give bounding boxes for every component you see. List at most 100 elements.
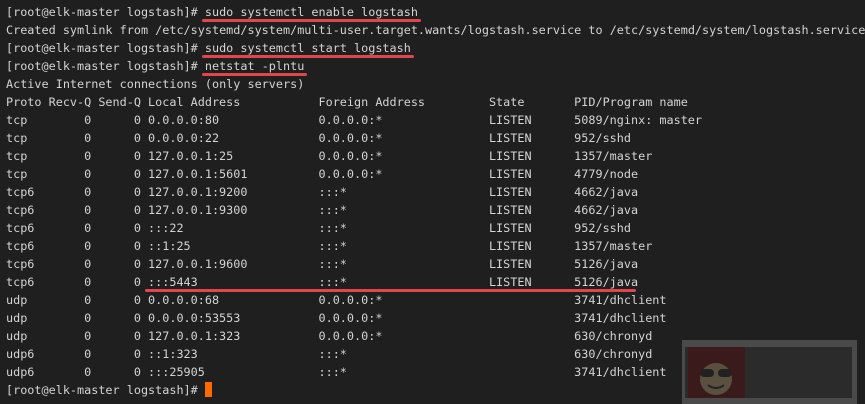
proto-cell: tcp bbox=[6, 113, 28, 127]
proto-cell: tcp6 bbox=[6, 203, 35, 217]
pid-program-cell: 1357/master bbox=[574, 239, 653, 253]
foreign-address-cell: 0.0.0.0:* bbox=[318, 329, 383, 343]
local-address-cell: 127.0.0.1:9600 bbox=[148, 257, 248, 271]
recv-q-cell: 0 bbox=[84, 221, 92, 235]
local-address-cell: :::22 bbox=[148, 221, 184, 235]
cursor bbox=[204, 382, 212, 397]
local-address-cell: Local Address bbox=[148, 95, 241, 109]
state-cell: LISTEN bbox=[488, 203, 532, 217]
state-cell: State bbox=[488, 95, 525, 109]
foreign-address-cell: :::* bbox=[318, 221, 347, 235]
recv-q-cell: 0 bbox=[84, 239, 92, 253]
recv-q-cell: Recv-Q bbox=[48, 95, 92, 109]
send-q-cell: 0 bbox=[133, 365, 141, 379]
local-address-cell: 0.0.0.0:68 bbox=[148, 293, 220, 307]
local-address-cell: 0.0.0.0:53553 bbox=[148, 311, 241, 325]
local-address-cell: 0.0.0.0:80 bbox=[148, 113, 220, 127]
table-row: tcp 0 0 127.0.0.1:5601 0.0.0.0:* LISTEN 4779/n… bbox=[6, 165, 865, 183]
pid-program-cell: 3741/dhclient bbox=[574, 365, 667, 379]
prompt: [root@elk-master logstash]# bbox=[6, 59, 205, 73]
proto-cell: udp bbox=[6, 293, 28, 307]
state-cell: LISTEN bbox=[488, 131, 532, 145]
send-q-cell: 0 bbox=[133, 203, 141, 217]
pid-program-cell: 630/chronyd bbox=[574, 329, 653, 343]
table-row: udp 0 0 0.0.0.0:53553 0.0.0.0:* 3741/dhclient bbox=[6, 309, 865, 327]
foreign-address-cell: 0.0.0.0:* bbox=[318, 293, 383, 307]
foreign-address-cell: 0.0.0.0:* bbox=[318, 311, 383, 325]
proto-cell: Proto bbox=[6, 95, 42, 109]
foreign-address-cell: :::* bbox=[318, 185, 347, 199]
local-address-cell: 127.0.0.1:25 bbox=[148, 149, 234, 163]
state-cell: LISTEN bbox=[488, 221, 532, 235]
table-row: tcp6 0 0:::22:::* LISTEN 952/sshd bbox=[6, 219, 865, 237]
state-cell: LISTEN bbox=[488, 113, 532, 127]
prompt-line: [root@elk-master logstash]# sudo systemc… bbox=[6, 3, 865, 22]
table-row: tcp6 0 0 127.0.0.1:9600:::* LISTEN 5126/java bbox=[6, 255, 865, 273]
local-address-cell: 127.0.0.1:9300 bbox=[148, 203, 248, 217]
foreign-address-cell: 0.0.0.0:* bbox=[318, 167, 383, 181]
pid-program-cell: 5089/nginx: master bbox=[574, 113, 703, 127]
watermark bbox=[682, 340, 857, 404]
recv-q-cell: 0 bbox=[84, 311, 92, 325]
pid-program-cell: 4662/java bbox=[574, 185, 639, 199]
table-row: tcp 0 0 127.0.0.1:25 0.0.0.0:* LISTEN 1357/mas… bbox=[6, 147, 865, 165]
prompt: [root@elk-master logstash]# bbox=[6, 5, 205, 19]
foreign-address-cell: :::* bbox=[318, 365, 347, 379]
table-header: Proto Recv-Q Send-Q Local Address Foreign Ad… bbox=[6, 93, 865, 111]
send-q-cell: 0 bbox=[133, 185, 141, 199]
state-cell: LISTEN bbox=[488, 167, 532, 181]
send-q-cell: 0 bbox=[133, 347, 141, 361]
recv-q-cell: 0 bbox=[84, 347, 92, 361]
proto-cell: tcp bbox=[6, 167, 28, 181]
pid-program-cell: PID/Program name bbox=[574, 95, 688, 109]
send-q-cell: 0 bbox=[133, 293, 141, 307]
recv-q-cell: 0 bbox=[84, 203, 92, 217]
netstat-title: Active Internet connections (only server… bbox=[6, 77, 305, 91]
local-address-cell: :::25905 bbox=[148, 365, 205, 379]
table-row: tcp 0 0 0.0.0.0:22 0.0.0.0:* LISTEN 952/sshd bbox=[6, 129, 865, 147]
send-q-cell: 0 bbox=[133, 131, 141, 145]
send-q-cell: 0 bbox=[133, 167, 141, 181]
recv-q-cell: 0 bbox=[84, 167, 92, 181]
pid-program-cell: 4662/java bbox=[574, 203, 639, 217]
proto-cell: tcp bbox=[6, 149, 28, 163]
proto-cell: tcp6 bbox=[6, 185, 35, 199]
send-q-cell: 0 bbox=[133, 149, 141, 163]
pid-program-cell: 4779/node bbox=[574, 167, 639, 181]
symlink-output: Created symlink from /etc/systemd/system… bbox=[6, 23, 865, 37]
send-q-cell: 0 bbox=[133, 221, 141, 235]
recv-q-cell: 0 bbox=[84, 329, 92, 343]
send-q-cell: 0 bbox=[133, 329, 141, 343]
state-cell: LISTEN bbox=[488, 149, 532, 163]
foreign-address-cell: :::* bbox=[318, 347, 347, 361]
send-q-cell: 0 bbox=[133, 113, 141, 127]
local-address-cell: 127.0.0.1:9200 bbox=[148, 185, 248, 199]
table-row: tcp6 0 0 127.0.0.1:9300:::* LISTEN 4662/java bbox=[6, 201, 865, 219]
proto-cell: tcp6 bbox=[6, 221, 35, 235]
pid-program-cell: 1357/master bbox=[574, 149, 653, 163]
recv-q-cell: 0 bbox=[84, 185, 92, 199]
prompt: [root@elk-master logstash]# bbox=[6, 41, 205, 55]
state-cell: LISTEN bbox=[488, 257, 532, 271]
table-row: tcp 0 0 0.0.0.0:80 0.0.0.0:* LISTEN 5089/nginx… bbox=[6, 111, 865, 129]
proto-cell: tcp6 bbox=[6, 275, 35, 289]
foreign-address-cell: :::* bbox=[318, 239, 347, 253]
recv-q-cell: 0 bbox=[84, 131, 92, 145]
command-enable: sudo systemctl enable logstash bbox=[201, 5, 421, 22]
pid-program-cell: 630/chronyd bbox=[574, 347, 653, 361]
table-row: tcp6 0 0::1:25:::* LISTEN 1357/master bbox=[6, 237, 865, 255]
recv-q-cell: 0 bbox=[84, 293, 92, 307]
foreign-address-cell: :::* bbox=[318, 203, 347, 217]
local-address-cell: ::1:25 bbox=[148, 239, 191, 253]
foreign-address-cell: 0.0.0.0:* bbox=[318, 131, 383, 145]
proto-cell: udp bbox=[6, 329, 28, 343]
table-row: tcp6 0 0 127.0.0.1:9200:::* LISTEN 4662/java bbox=[6, 183, 865, 201]
local-address-cell: ::1:323 bbox=[148, 347, 198, 361]
local-address-cell: 0.0.0.0:22 bbox=[148, 131, 220, 145]
pid-program-cell: 952/sshd bbox=[574, 131, 631, 145]
command-start: sudo systemctl start logstash bbox=[201, 41, 414, 58]
foreign-address-cell: 0.0.0.0:* bbox=[318, 113, 383, 127]
table-row: udp 0 0 0.0.0.0:68 0.0.0.0:* 3741/dhclient bbox=[6, 291, 865, 309]
pid-program-cell: 3741/dhclient bbox=[574, 311, 667, 325]
proto-cell: tcp bbox=[6, 131, 28, 145]
